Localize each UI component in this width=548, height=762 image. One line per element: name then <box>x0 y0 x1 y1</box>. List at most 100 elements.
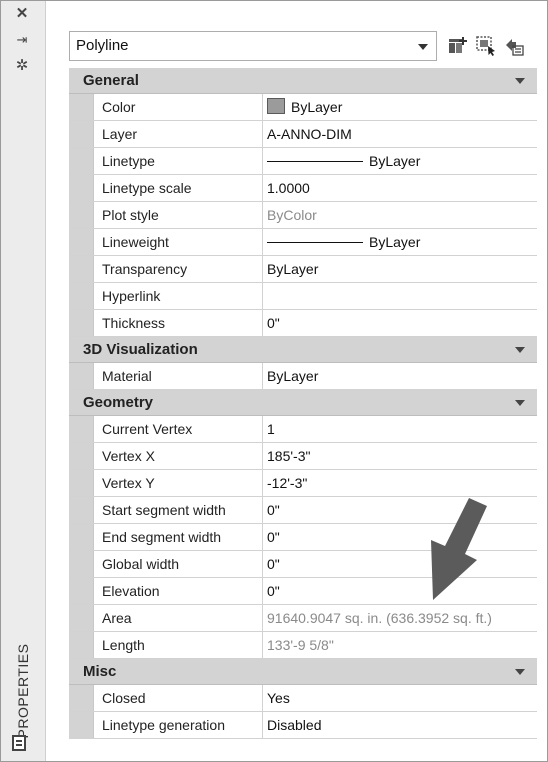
property-row[interactable]: Area 91640.9047 sq. in. (636.3952 sq. ft.… <box>69 605 537 632</box>
row-gutter <box>69 175 93 201</box>
section-header[interactable]: Misc <box>69 659 537 685</box>
property-value[interactable] <box>263 283 537 309</box>
row-gutter <box>69 94 93 120</box>
property-value-text: ByLayer <box>267 368 319 384</box>
color-swatch-icon <box>267 98 285 114</box>
property-row[interactable]: Material ByLayer <box>69 363 537 390</box>
property-value-text: 0" <box>267 583 280 599</box>
property-value: 133'-9 5/8" <box>263 632 537 658</box>
object-type-select[interactable]: Polyline <box>69 31 437 61</box>
property-label: Plot style <box>93 202 263 228</box>
property-label: Transparency <box>93 256 263 282</box>
property-row[interactable]: Vertex Y -12'-3" <box>69 470 537 497</box>
property-value[interactable]: -12'-3" <box>263 470 537 496</box>
row-gutter <box>69 551 93 577</box>
row-gutter <box>69 121 93 147</box>
properties-panel-icon[interactable] <box>12 735 26 751</box>
property-row[interactable]: Hyperlink <box>69 283 537 310</box>
property-label: Hyperlink <box>93 283 263 309</box>
property-value-text: 0" <box>267 529 280 545</box>
property-value[interactable]: 0" <box>263 310 537 336</box>
property-value-text: 0" <box>267 556 280 572</box>
property-value[interactable]: ByLayer <box>263 256 537 282</box>
property-label: Closed <box>93 685 263 711</box>
property-value-text: 185'-3" <box>267 448 311 464</box>
property-row[interactable]: Color ByLayer <box>69 94 537 121</box>
property-value[interactable]: ByLayer <box>263 363 537 389</box>
add-selected-icon[interactable] <box>447 35 469 57</box>
row-gutter <box>69 470 93 496</box>
property-label: Vertex X <box>93 443 263 469</box>
row-gutter <box>69 605 93 631</box>
row-gutter <box>69 256 93 282</box>
property-value-text: Disabled <box>267 717 322 733</box>
property-row[interactable]: Plot style ByColor <box>69 202 537 229</box>
property-label: Linetype generation <box>93 712 263 738</box>
property-row[interactable]: Layer A-ANNO-DIM <box>69 121 537 148</box>
property-value[interactable]: 1 <box>263 416 537 442</box>
property-value[interactable]: ByLayer <box>263 148 537 174</box>
section-header[interactable]: Geometry <box>69 390 537 416</box>
property-row[interactable]: Linetype scale 1.0000 <box>69 175 537 202</box>
property-value[interactable]: ByLayer <box>263 94 537 120</box>
property-label: Vertex Y <box>93 470 263 496</box>
property-value-text: 0" <box>267 502 280 518</box>
property-value: 91640.9047 sq. in. (636.3952 sq. ft.) <box>263 605 537 631</box>
collapse-caret-icon[interactable] <box>515 400 525 406</box>
property-row[interactable]: Linetype ByLayer <box>69 148 537 175</box>
object-type-bar: Polyline <box>69 31 539 61</box>
property-row[interactable]: Current Vertex 1 <box>69 416 537 443</box>
collapse-caret-icon[interactable] <box>515 347 525 353</box>
property-label: Elevation <box>93 578 263 604</box>
property-row[interactable]: Linetype generation Disabled <box>69 712 537 739</box>
row-gutter <box>69 202 93 228</box>
row-gutter <box>69 310 93 336</box>
property-value[interactable]: 1.0000 <box>263 175 537 201</box>
select-objects-icon[interactable] <box>475 35 497 57</box>
property-row[interactable]: Lineweight ByLayer <box>69 229 537 256</box>
section-header[interactable]: 3D Visualization <box>69 337 537 363</box>
property-value-text: -12'-3" <box>267 475 308 491</box>
property-value[interactable]: 185'-3" <box>263 443 537 469</box>
settings-icon[interactable]: ✲ <box>11 57 33 75</box>
close-icon[interactable]: ✕ <box>11 5 33 23</box>
properties-palette: ✕ ⇥ ✲ PROPERTIES Polyline General Color By… <box>0 0 548 762</box>
property-value-text: A-ANNO-DIM <box>267 126 352 142</box>
row-gutter <box>69 685 93 711</box>
property-value-text: 133'-9 5/8" <box>267 637 334 653</box>
property-label: End segment width <box>93 524 263 550</box>
collapse-caret-icon[interactable] <box>515 669 525 675</box>
collapse-caret-icon[interactable] <box>515 78 525 84</box>
section-header[interactable]: General <box>69 68 537 94</box>
property-label: Color <box>93 94 263 120</box>
section-title: Geometry <box>83 394 154 411</box>
row-gutter <box>69 712 93 738</box>
property-value[interactable]: A-ANNO-DIM <box>263 121 537 147</box>
property-label: Current Vertex <box>93 416 263 442</box>
property-row[interactable]: Vertex X 185'-3" <box>69 443 537 470</box>
property-value[interactable]: Disabled <box>263 712 537 738</box>
property-label: Linetype scale <box>93 175 263 201</box>
row-gutter <box>69 363 93 389</box>
linetype-preview-icon <box>267 242 363 243</box>
property-value-text: 0" <box>267 315 280 331</box>
property-row[interactable]: Transparency ByLayer <box>69 256 537 283</box>
pin-icon[interactable]: ⇥ <box>11 31 33 49</box>
section-title: Misc <box>83 663 117 680</box>
property-label: Global width <box>93 551 263 577</box>
property-label: Material <box>93 363 263 389</box>
property-row[interactable]: Closed Yes <box>69 685 537 712</box>
property-value-text: ByLayer <box>369 153 421 169</box>
quick-select-icon[interactable] <box>503 35 525 57</box>
property-row[interactable]: Length 133'-9 5/8" <box>69 632 537 659</box>
property-row[interactable]: Thickness 0" <box>69 310 537 337</box>
property-value[interactable]: Yes <box>263 685 537 711</box>
row-gutter <box>69 497 93 523</box>
property-value[interactable]: ByLayer <box>263 229 537 255</box>
property-value-text: 1 <box>267 421 275 437</box>
property-value-text: ByColor <box>267 207 317 223</box>
section-title: General <box>83 72 139 89</box>
row-gutter <box>69 443 93 469</box>
property-value-text: 1.0000 <box>267 180 310 196</box>
row-gutter <box>69 148 93 174</box>
